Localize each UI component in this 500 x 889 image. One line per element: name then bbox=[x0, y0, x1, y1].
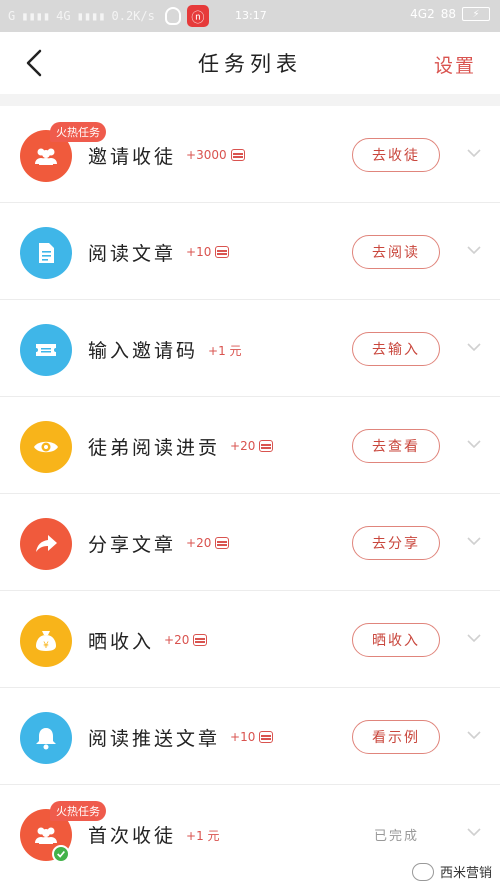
back-arrow-icon[interactable] bbox=[18, 46, 52, 80]
status-bar: G ▮▮▮▮ 4G ▮▮▮▮ 0.2K/s ⓝ 13:17 4G2 88 ⚡ bbox=[0, 0, 500, 32]
ticket-icon bbox=[20, 324, 72, 376]
task-name: 邀请收徒 bbox=[88, 146, 177, 168]
chevron-down-icon[interactable] bbox=[466, 244, 482, 256]
bell-icon bbox=[20, 712, 72, 764]
coin-stack-icon bbox=[193, 634, 208, 646]
task-action-button[interactable]: 去输入 bbox=[352, 332, 440, 366]
battery-charging-icon: ⚡ bbox=[462, 7, 490, 21]
chevron-down-icon[interactable] bbox=[466, 535, 482, 547]
task-row[interactable]: 分享文章 +20 去分享 bbox=[0, 494, 500, 591]
coin-stack-icon bbox=[215, 537, 230, 549]
task-action-button[interactable]: 去阅读 bbox=[352, 235, 440, 269]
signal-bars-icon: ▮▮▮▮ bbox=[21, 9, 51, 23]
task-name: 阅读推送文章 bbox=[88, 728, 221, 750]
reward-amount: +1 元 bbox=[208, 344, 242, 358]
signal-strength-1: G bbox=[8, 9, 16, 23]
reward-amount: +20 bbox=[186, 536, 212, 550]
qq-penguin-icon bbox=[164, 7, 181, 25]
netease-music-icon: ⓝ bbox=[186, 5, 209, 27]
completed-check-icon bbox=[52, 845, 70, 863]
status-right: 4G2 88 ⚡ bbox=[410, 7, 490, 21]
reward-amount: +3000 bbox=[186, 148, 227, 162]
coin-stack-icon bbox=[230, 149, 245, 161]
task-reward: +10 bbox=[186, 245, 230, 259]
hot-task-badge: 火热任务 bbox=[50, 122, 106, 142]
signal-bars-icon: ▮▮▮▮ bbox=[76, 9, 106, 23]
page-title: 任务列表 bbox=[198, 52, 302, 76]
task-name: 晒收入 bbox=[88, 631, 155, 653]
signal-strength-2: 4G bbox=[56, 9, 71, 23]
chevron-down-icon[interactable] bbox=[466, 341, 482, 353]
reward-amount: +20 bbox=[230, 439, 256, 453]
task-name: 首次收徒 bbox=[88, 825, 177, 847]
watermark: 西米营销 bbox=[411, 862, 492, 881]
eye-icon bbox=[20, 421, 72, 473]
task-name: 阅读文章 bbox=[88, 243, 177, 265]
task-action-button[interactable]: 晒收入 bbox=[352, 623, 440, 657]
chevron-down-icon[interactable] bbox=[466, 729, 482, 741]
section-divider bbox=[0, 94, 500, 106]
coin-stack-icon bbox=[259, 731, 274, 743]
chevron-down-icon[interactable] bbox=[466, 438, 482, 450]
document-icon bbox=[20, 227, 72, 279]
share-icon bbox=[20, 518, 72, 570]
clock: 13:17 bbox=[235, 9, 267, 22]
task-reward: +10 bbox=[230, 730, 274, 744]
task-reward: +3000 bbox=[186, 148, 245, 162]
money-bag-icon: ¥ bbox=[20, 615, 72, 667]
nav-bar: 任务列表 设置 bbox=[0, 32, 500, 94]
wechat-logo-icon bbox=[411, 862, 434, 881]
hot-task-badge: 火热任务 bbox=[50, 801, 106, 821]
chevron-down-icon[interactable] bbox=[466, 632, 482, 644]
settings-button[interactable]: 设置 bbox=[434, 51, 476, 78]
task-reward: +20 bbox=[164, 633, 208, 647]
task-action-button[interactable]: 去查看 bbox=[352, 429, 440, 463]
task-reward: +20 bbox=[186, 536, 230, 550]
svg-text:¥: ¥ bbox=[43, 641, 49, 651]
network-speed: 0.2K/s bbox=[111, 9, 155, 23]
task-name: 输入邀请码 bbox=[88, 340, 199, 362]
task-name: 分享文章 bbox=[88, 534, 177, 556]
task-reward: +1 元 bbox=[186, 827, 220, 844]
task-reward: +1 元 bbox=[208, 342, 242, 359]
task-action-button[interactable]: 去收徒 bbox=[352, 138, 440, 172]
task-row[interactable]: ¥ 晒收入 +20 晒收入 bbox=[0, 591, 500, 688]
task-action-button[interactable]: 看示例 bbox=[352, 720, 440, 754]
reward-amount: +20 bbox=[164, 633, 190, 647]
task-list: 火热任务 邀请收徒 +3000 去收徒 阅读文章 +10 去阅读 输入邀请码 +1 元去输入 徒弟… bbox=[0, 106, 500, 882]
task-action-button[interactable]: 去分享 bbox=[352, 526, 440, 560]
task-row[interactable]: 阅读文章 +10 去阅读 bbox=[0, 203, 500, 300]
reward-amount: +10 bbox=[230, 730, 256, 744]
coin-stack-icon bbox=[259, 440, 274, 452]
reward-amount: +1 元 bbox=[186, 829, 220, 843]
task-row[interactable]: 输入邀请码 +1 元 去输入 bbox=[0, 300, 500, 397]
reward-amount: +10 bbox=[186, 245, 212, 259]
watermark-text: 西米营销 bbox=[439, 866, 492, 881]
coin-stack-icon bbox=[215, 246, 230, 258]
task-row[interactable]: 徒弟阅读进贡 +20 去查看 bbox=[0, 397, 500, 494]
task-reward: +20 bbox=[230, 439, 274, 453]
task-name: 徒弟阅读进贡 bbox=[88, 437, 221, 459]
task-row[interactable]: 阅读推送文章 +10 看示例 bbox=[0, 688, 500, 785]
network-type: 4G2 bbox=[410, 7, 435, 21]
chevron-down-icon[interactable] bbox=[466, 826, 482, 838]
task-status: 已完成 bbox=[374, 829, 420, 844]
chevron-down-icon[interactable] bbox=[466, 147, 482, 159]
battery-percent: 88 bbox=[440, 7, 456, 21]
task-row[interactable]: 火热任务邀请收徒 +3000 去收徒 bbox=[0, 106, 500, 203]
